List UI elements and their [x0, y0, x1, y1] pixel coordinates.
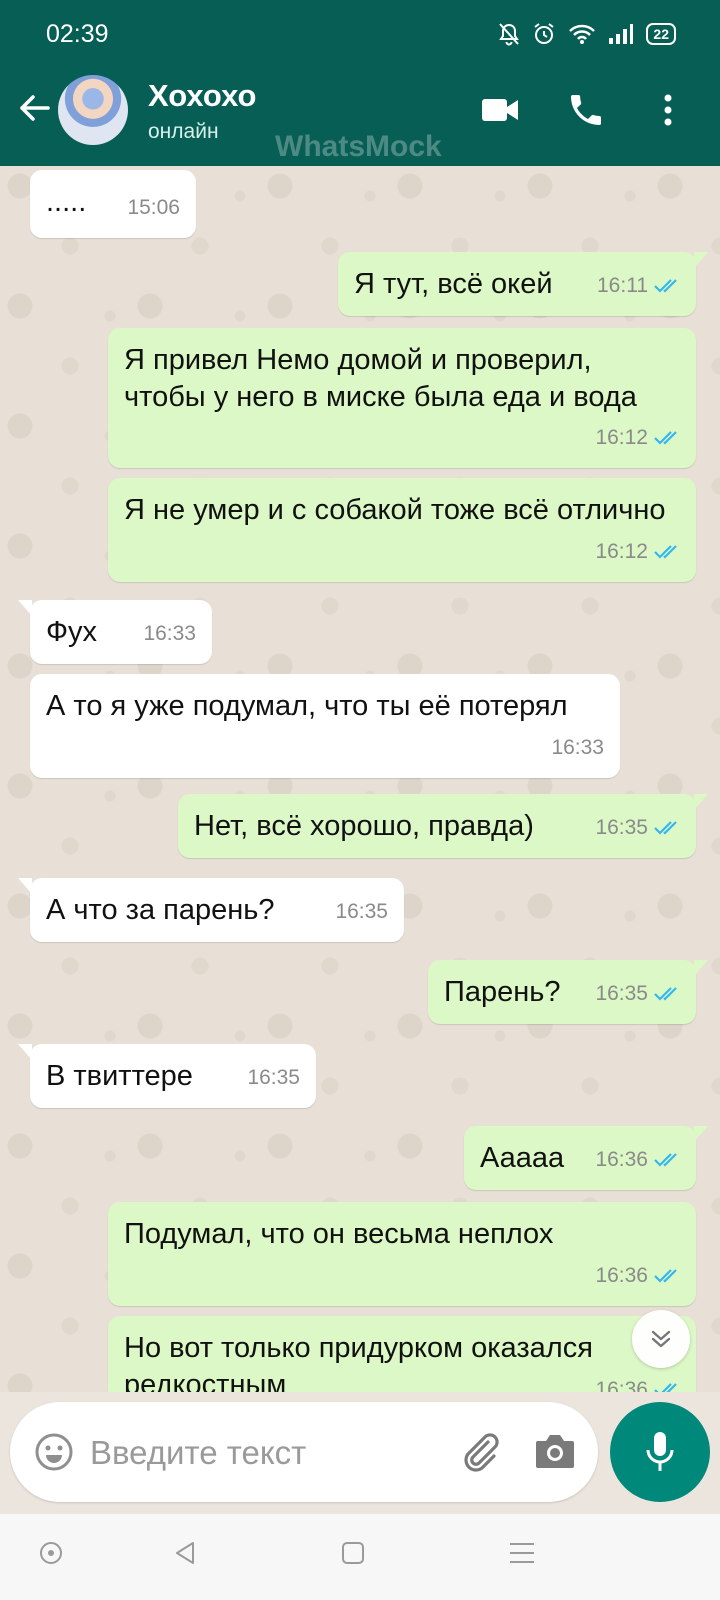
status-icons: 22 — [498, 21, 676, 47]
message-bubble-outgoing[interactable]: Парень? 16:35 — [428, 960, 708, 1024]
watermark: WhatsMock — [275, 130, 442, 163]
read-receipt-icon — [654, 1152, 677, 1167]
read-receipt-icon — [654, 278, 677, 293]
microphone-icon — [646, 1432, 674, 1471]
emoji-button[interactable] — [34, 1432, 74, 1477]
message-bubble-incoming[interactable]: А что за парень? 16:35 — [18, 878, 404, 942]
avatar[interactable] — [58, 75, 128, 145]
voice-message-button[interactable] — [610, 1402, 710, 1502]
message-bubble-outgoing[interactable]: Я привел Немо домой и проверил, чтобы у … — [108, 328, 696, 468]
message-bubble-outgoing[interactable]: Но вот только придурком оказался редкост… — [108, 1316, 696, 1392]
emoji-icon — [35, 1433, 73, 1471]
message-time: 15:06 — [127, 196, 180, 219]
message-time: 16:35 — [595, 975, 682, 1012]
signal-icon — [609, 24, 634, 44]
message-bubble-incoming[interactable]: В твиттере 16:35 — [18, 1044, 316, 1108]
message-bubble-outgoing[interactable]: Я тут, всё окей 16:11 — [338, 252, 708, 316]
alarm-icon — [534, 23, 555, 44]
message-bubble-outgoing[interactable]: Подумал, что он весьма неплох 16:36 — [108, 1202, 696, 1306]
message-text: Я не умер и с собакой тоже всё отлично — [124, 494, 666, 526]
chevron-double-down-icon — [651, 1330, 671, 1348]
message-bubble-incoming[interactable]: А то я уже подумал, что ты её потерял 16… — [30, 674, 620, 778]
nav-recents-button[interactable] — [508, 1540, 536, 1571]
nav-home-button[interactable] — [340, 1540, 366, 1571]
mute-notifications-icon — [499, 23, 520, 46]
message-time: 16:35 — [595, 809, 682, 846]
message-time: 16:33 — [551, 736, 604, 759]
back-button[interactable] — [16, 90, 52, 131]
message-bubble-outgoing[interactable]: Я не умер и с собакой тоже всё отлично 1… — [108, 478, 696, 582]
system-navigation-bar — [0, 1514, 720, 1600]
wifi-icon — [569, 24, 596, 44]
camera-button[interactable] — [534, 1432, 576, 1475]
video-call-button[interactable] — [480, 90, 520, 135]
message-composer — [10, 1402, 598, 1502]
message-time: 16:33 — [143, 622, 196, 645]
message-time: 16:35 — [335, 900, 388, 923]
read-receipt-icon — [654, 430, 677, 445]
message-bubble-incoming[interactable]: Фух 16:33 — [18, 600, 212, 664]
more-options-button[interactable] — [660, 90, 676, 135]
menu-lines-icon — [510, 1543, 534, 1563]
message-text: А то я уже подумал, что ты её потерял — [46, 690, 568, 722]
message-time: 16:35 — [247, 1066, 300, 1089]
battery-indicator: 22 — [646, 23, 676, 45]
message-bubble-outgoing[interactable]: Ааааа 16:36 — [464, 1126, 708, 1190]
chat-area[interactable]: ..... 15:06 Я тут, всё окей 16:11 Я прив… — [0, 166, 720, 1392]
status-time: 02:39 — [46, 20, 109, 48]
nav-assistant-button[interactable] — [38, 1540, 64, 1571]
scroll-to-bottom-button[interactable] — [632, 1310, 690, 1368]
attach-button[interactable] — [458, 1430, 502, 1479]
message-time: 16:12 — [595, 419, 682, 456]
read-receipt-icon — [654, 544, 677, 559]
message-time: 16:36 — [595, 1141, 682, 1178]
read-receipt-icon — [654, 820, 677, 835]
more-vertical-icon — [664, 94, 672, 126]
read-receipt-icon — [654, 1382, 677, 1392]
circle-dot-icon — [40, 1542, 62, 1564]
chat-header: Хохохо онлайн WhatsMock — [0, 56, 720, 166]
message-input[interactable] — [88, 1426, 442, 1480]
read-receipt-icon — [654, 986, 677, 1001]
video-call-icon — [482, 99, 518, 121]
message-text: Подумал, что он весьма неплох — [124, 1218, 554, 1250]
arrow-left-icon — [20, 95, 50, 121]
message-time: 16:36 — [595, 1371, 682, 1392]
nav-back-button[interactable] — [172, 1540, 198, 1571]
triangle-back-icon — [176, 1542, 194, 1564]
message-time: 16:36 — [595, 1257, 682, 1294]
square-home-icon — [342, 1542, 364, 1564]
voice-call-button[interactable] — [566, 90, 606, 135]
contact-name[interactable]: Хохохо — [148, 78, 256, 114]
phone-icon — [571, 95, 601, 125]
message-text: Я привел Немо домой и проверил, чтобы у … — [124, 344, 637, 413]
status-bar: 02:39 22 — [0, 0, 720, 56]
message-bubble-incoming[interactable]: ..... 15:06 — [30, 170, 196, 238]
camera-icon — [536, 1435, 574, 1468]
contact-status: онлайн — [148, 120, 219, 143]
message-bubble-outgoing[interactable]: Нет, всё хорошо, правда) 16:35 — [178, 794, 708, 858]
message-time: 16:12 — [595, 533, 682, 570]
paperclip-icon — [464, 1433, 499, 1472]
read-receipt-icon — [654, 1268, 677, 1283]
message-time: 16:11 — [597, 267, 682, 304]
